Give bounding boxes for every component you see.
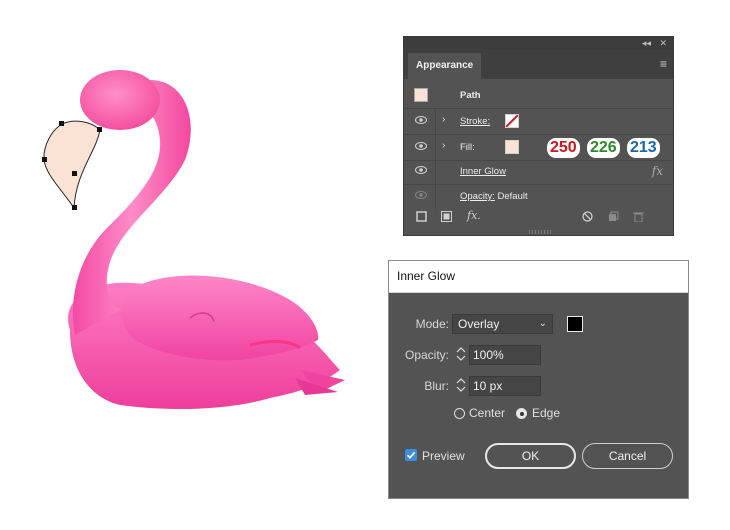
panel-titlebar[interactable]: ◂◂ ✕ [404,37,673,49]
mode-label: Mode: [415,317,449,331]
center-radio-label[interactable]: Center [469,406,505,420]
fill-rgb-annotation: 250 226 213 [547,138,662,158]
ok-button[interactable]: OK [485,443,576,469]
opacity-spinner-icon[interactable] [455,345,467,363]
mode-select[interactable]: Overlay ⌄ [452,314,553,334]
stroke-row[interactable]: › Stroke: [404,109,673,135]
center-radio[interactable] [454,408,465,419]
checkmark-icon [406,451,416,459]
fill-row[interactable]: › Fill: 250 226 213 [404,135,673,161]
visibility-eye-icon [415,191,427,199]
blur-spinner-icon[interactable] [455,376,467,394]
beak-path-selected[interactable] [42,120,102,210]
close-icon[interactable]: ✕ [659,37,667,49]
rgb-blue-value: 213 [627,138,660,158]
visibility-eye-icon[interactable] [415,116,427,124]
opacity-value: Default [497,191,528,202]
fill-color-swatch[interactable] [505,140,519,154]
panel-resize-grip[interactable] [529,230,551,234]
effect-label[interactable]: Inner Glow [460,166,506,177]
tab-appearance[interactable]: Appearance [408,53,482,79]
stroke-label[interactable]: Stroke: [460,116,490,127]
dialog-title: Inner Glow [389,261,688,293]
opacity-row-label: Opacity: Default [460,191,528,202]
opacity-label[interactable]: Opacity: [460,191,495,202]
object-label: Path [460,90,481,101]
preview-label[interactable]: Preview [422,449,465,463]
add-fill-icon[interactable] [441,211,452,225]
inner-glow-dialog: Inner Glow Mode: Overlay ⌄ Opacity: 100%… [388,260,689,499]
object-thumbnail [414,88,428,102]
collapse-icon[interactable]: ◂◂ [642,37,651,49]
visibility-eye-icon[interactable] [415,166,427,174]
rgb-green-value: 226 [587,138,620,158]
chevron-down-icon: ⌄ [538,318,547,329]
visibility-eye-icon[interactable] [415,142,427,150]
add-effect-icon[interactable]: fx. [467,209,481,222]
clear-appearance-icon[interactable] [582,211,593,225]
opacity-row[interactable]: Opacity: Default [404,184,673,209]
appearance-panel: ◂◂ ✕ Appearance ≡ Path › Stroke: › Fill:… [403,36,674,236]
panel-menu-icon[interactable]: ≡ [660,58,667,70]
opacity-label: Opacity: [404,348,449,362]
opacity-input[interactable]: 100% [469,345,541,365]
flamingo-artwork [42,70,345,410]
edge-radio[interactable] [516,408,527,419]
rgb-red-value: 250 [547,138,580,158]
delete-item-icon[interactable] [633,211,644,225]
panel-bottom-toolbar: fx. [404,207,673,229]
blur-input[interactable]: 10 px [469,376,541,396]
mode-select-value: Overlay [458,317,500,331]
object-row[interactable]: Path [404,83,673,109]
expand-chevron-icon[interactable]: › [442,140,445,151]
blur-label: Blur: [424,379,449,393]
stroke-none-swatch[interactable] [505,114,519,128]
expand-chevron-icon[interactable]: › [442,114,445,125]
add-stroke-icon[interactable] [416,211,427,225]
fill-label[interactable]: Fill: [460,142,475,153]
cancel-button[interactable]: Cancel [582,443,673,469]
effect-row-inner-glow[interactable]: Inner Glow fx [404,159,673,185]
duplicate-item-icon[interactable] [608,211,619,225]
edge-radio-label[interactable]: Edge [532,406,560,420]
preview-checkbox[interactable] [405,449,417,461]
fx-icon[interactable]: fx [652,164,663,178]
glow-color-swatch[interactable] [567,316,583,332]
